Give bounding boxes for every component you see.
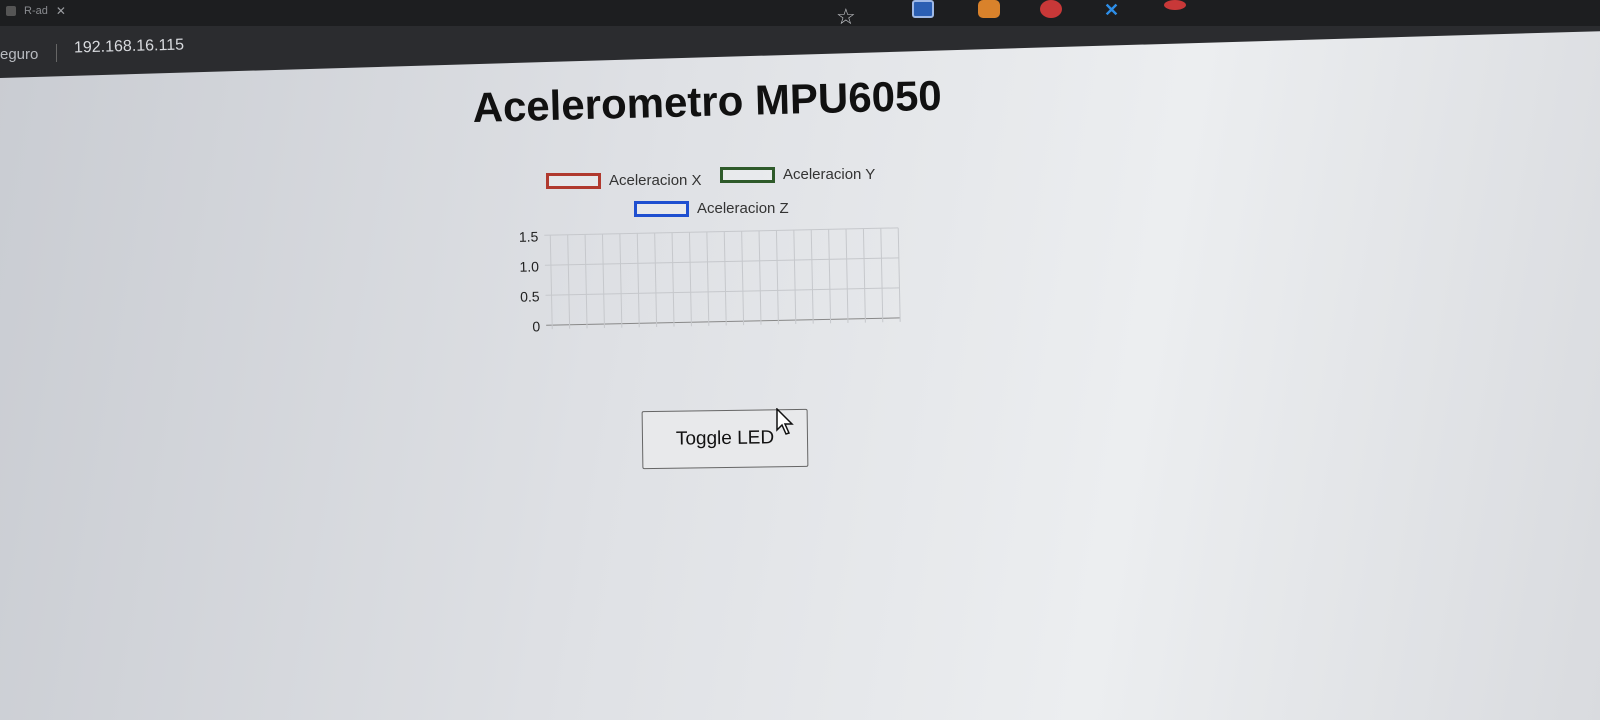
vertical-gridline bbox=[897, 227, 901, 322]
vertical-gridline bbox=[601, 234, 605, 329]
legend-swatch-z bbox=[634, 200, 689, 217]
chart-grid bbox=[544, 227, 901, 330]
address-bar-area bbox=[0, 26, 1600, 78]
vertical-gridline bbox=[549, 235, 553, 330]
address-url[interactable]: 192.168.16.115 bbox=[74, 37, 184, 58]
extension-icon[interactable] bbox=[1040, 0, 1062, 18]
legend-item-z[interactable]: Aceleracion Z bbox=[634, 200, 789, 217]
vertical-gridline bbox=[584, 234, 588, 329]
legend-label-z: Aceleracion Z bbox=[697, 200, 789, 217]
vertical-gridline bbox=[741, 231, 745, 326]
vertical-gridline bbox=[845, 228, 849, 323]
tab-bar: R-ad ✕ ☆ ✕ bbox=[0, 0, 1600, 29]
y-tick-label: 1.0 bbox=[519, 258, 539, 274]
vertical-gridline bbox=[723, 231, 727, 326]
vertical-gridline bbox=[810, 229, 814, 324]
address-separator bbox=[56, 44, 57, 62]
favicon-icon bbox=[6, 6, 16, 16]
extension-icon[interactable] bbox=[978, 0, 1000, 18]
vertical-gridline bbox=[828, 229, 832, 324]
horizontal-gridline bbox=[545, 287, 900, 296]
extension-icon[interactable]: ✕ bbox=[1104, 0, 1126, 20]
legend-label-x: Aceleracion X bbox=[609, 172, 702, 189]
legend-swatch-x bbox=[546, 172, 601, 189]
mouse-cursor-icon bbox=[776, 408, 794, 435]
vertical-gridline bbox=[619, 233, 623, 328]
vertical-gridline bbox=[706, 231, 710, 326]
vertical-gridline bbox=[567, 234, 571, 329]
page-title: Acelerometro MPU6050 bbox=[472, 71, 943, 131]
horizontal-gridline bbox=[546, 317, 901, 326]
extension-icon[interactable] bbox=[1164, 0, 1186, 10]
legend-swatch-y bbox=[720, 166, 775, 183]
y-tick-label: 0 bbox=[532, 318, 540, 334]
vertical-gridline bbox=[654, 232, 658, 327]
vertical-gridline bbox=[671, 232, 675, 327]
vertical-gridline bbox=[758, 230, 762, 325]
horizontal-gridline bbox=[544, 257, 899, 266]
vertical-gridline bbox=[688, 232, 692, 327]
vertical-gridline bbox=[793, 230, 797, 325]
horizontal-gridline bbox=[544, 227, 899, 236]
y-tick-label: 0.5 bbox=[520, 288, 540, 304]
vertical-gridline bbox=[862, 228, 866, 323]
vertical-gridline bbox=[880, 228, 884, 323]
legend-item-y[interactable]: Aceleracion Y bbox=[720, 166, 875, 183]
chart-canvas: 1.5 1.0 0.5 0 bbox=[519, 227, 901, 334]
browser-tab[interactable]: R-ad ✕ bbox=[0, 0, 110, 22]
tab-title: R-ad bbox=[24, 5, 48, 17]
security-label[interactable]: eguro bbox=[0, 46, 38, 63]
y-tick-label: 1.5 bbox=[519, 228, 539, 244]
legend-item-x[interactable]: Aceleracion X bbox=[546, 172, 702, 189]
legend-label-y: Aceleracion Y bbox=[783, 166, 876, 183]
vertical-gridline bbox=[636, 233, 640, 328]
y-axis-ticks: 1.5 1.0 0.5 0 bbox=[519, 228, 541, 334]
close-icon[interactable]: ✕ bbox=[56, 4, 66, 18]
extension-icon[interactable] bbox=[912, 0, 934, 18]
acceleration-chart: 1.5 1.0 0.5 0 bbox=[510, 214, 912, 334]
vertical-gridline bbox=[775, 230, 779, 325]
